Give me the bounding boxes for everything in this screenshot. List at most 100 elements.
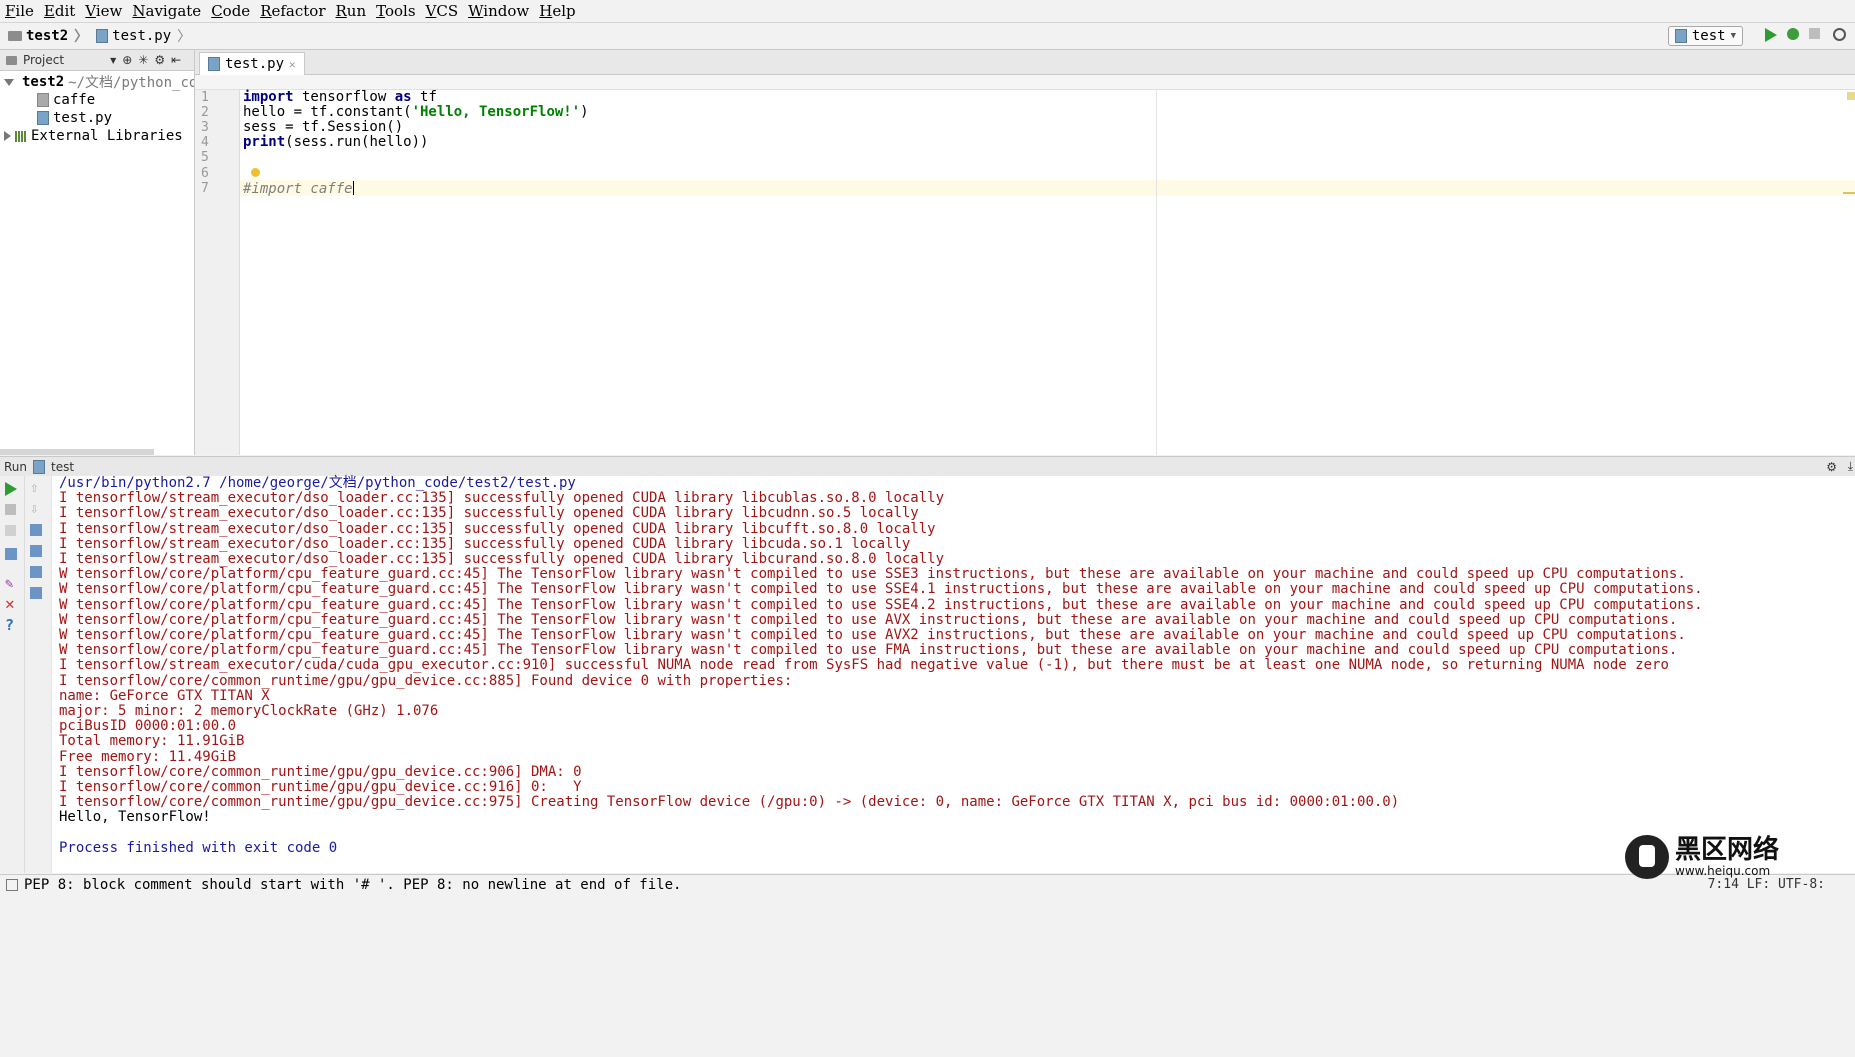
warning-stripe-marker[interactable]: [1843, 192, 1855, 194]
gear-icon[interactable]: ⚙: [1826, 460, 1837, 474]
code-text: tf: [411, 89, 437, 105]
expand-arrow-icon[interactable]: [4, 131, 11, 141]
menu-view[interactable]: View: [80, 2, 127, 20]
menu-file[interactable]: File: [0, 2, 39, 20]
breadcrumb-file[interactable]: test.py 〉: [96, 26, 191, 46]
line-number: 4: [201, 135, 209, 150]
watermark-text: 黑区网络 www.heiqu.com: [1675, 836, 1779, 878]
console-line: I tensorflow/stream_executor/dso_loader.…: [59, 505, 919, 521]
menu-vcs[interactable]: VCS: [421, 2, 464, 20]
soft-wrap-icon[interactable]: [30, 524, 42, 536]
console-line: I tensorflow/stream_executor/dso_loader.…: [59, 536, 911, 552]
search-icon[interactable]: [1833, 28, 1849, 44]
code-line-1: import tensorflow as tf: [243, 90, 437, 105]
console-line: W tensorflow/core/platform/cpu_feature_g…: [59, 597, 1703, 613]
toggle-tool-windows-icon[interactable]: [6, 879, 18, 891]
restore-layout-icon[interactable]: [5, 548, 17, 560]
keyword: import: [243, 89, 294, 105]
project-panel: Project ▼ ⊕ ✳ ⚙ ⇤ test2 ~/文档/python_cod …: [0, 50, 195, 455]
expand-arrow-icon[interactable]: [4, 78, 14, 86]
tree-item-external-libraries[interactable]: External Libraries: [0, 127, 194, 145]
tree-item-caffe[interactable]: caffe: [0, 91, 194, 109]
print-icon[interactable]: [30, 566, 42, 578]
line-number: 2: [201, 105, 209, 120]
code-text: hello = tf.constant(: [243, 104, 412, 120]
close-icon[interactable]: ✕: [289, 58, 296, 71]
chevron-right-icon: 〉: [74, 29, 89, 45]
console-line: W tensorflow/core/platform/cpu_feature_g…: [59, 642, 1678, 658]
navigation-bar: test2 〉 test.py 〉 test ▼: [0, 23, 1855, 50]
inspection-status-icon[interactable]: [1847, 92, 1855, 100]
code-line-7: #import caffe: [243, 181, 354, 197]
run-tool-window-header: Run test ⚙ ⤓: [0, 456, 1855, 477]
menu-refactor[interactable]: Refactor: [255, 2, 330, 20]
menu-navigate[interactable]: Navigate: [127, 2, 206, 20]
menu-code[interactable]: Code: [206, 2, 255, 20]
horizontal-scrollbar[interactable]: [0, 449, 154, 455]
python-file-icon: [208, 57, 220, 71]
run-toolbar-primary: ✎ ✕ ?: [0, 476, 25, 873]
run-tab-label[interactable]: test: [51, 460, 74, 474]
rerun-icon[interactable]: [5, 482, 17, 496]
stop-icon[interactable]: [5, 504, 16, 515]
project-icon: [6, 55, 17, 65]
line-number: 1: [201, 90, 209, 105]
collapse-icon[interactable]: ✳: [138, 53, 148, 67]
watermark-url: www.heiqu.com: [1675, 864, 1771, 878]
arrow-down-icon[interactable]: ⇩: [30, 501, 44, 517]
menu-run[interactable]: Run: [331, 2, 372, 20]
breadcrumb-project[interactable]: test2 〉: [8, 26, 88, 46]
menu-tools[interactable]: Tools: [371, 2, 420, 20]
debug-icon[interactable]: [1787, 28, 1803, 44]
tree-item-root[interactable]: test2 ~/文档/python_cod: [0, 73, 194, 91]
run-configuration-select[interactable]: test ▼: [1667, 26, 1743, 46]
string-literal: 'Hello, TensorFlow!': [411, 104, 581, 120]
scroll-to-end-icon[interactable]: [30, 545, 42, 557]
code-line-4: print(sess.run(hello)): [243, 135, 428, 150]
code-line-3: sess = tf.Session(): [243, 120, 403, 135]
tree-item-label: test.py: [53, 110, 113, 126]
lightbulb-icon[interactable]: [251, 168, 260, 177]
code-text: sess = tf.Session(): [243, 119, 404, 135]
pause-icon[interactable]: [5, 525, 16, 536]
hide-icon[interactable]: ⤓: [1848, 459, 1853, 474]
chevron-down-icon[interactable]: ▼: [110, 56, 116, 65]
pin-icon[interactable]: ✎: [5, 576, 19, 592]
line-number-gutter: 1 2 3 4 5 6 7: [195, 90, 240, 455]
code-line-2: hello = tf.constant('Hello, TensorFlow!'…: [243, 105, 589, 120]
comment: #import caffe: [243, 181, 353, 197]
arrow-up-icon[interactable]: ⇧: [30, 480, 44, 496]
tree-item-test-py[interactable]: test.py: [0, 109, 194, 127]
line-number: 6: [201, 166, 209, 181]
hide-icon[interactable]: ⇤: [171, 53, 181, 67]
help-icon[interactable]: ?: [5, 618, 19, 633]
console-line: W tensorflow/core/platform/cpu_feature_g…: [59, 566, 1686, 582]
code-text: ): [580, 104, 589, 120]
console-line: I tensorflow/core/common_runtime/gpu/gpu…: [59, 673, 793, 689]
menu-help[interactable]: Help: [534, 2, 580, 20]
watermark: 黑区网络 www.heiqu.com: [1625, 832, 1835, 882]
tree-item-label: caffe: [53, 92, 96, 108]
status-bar: PEP 8: block comment should start with '…: [0, 874, 1855, 1057]
gear-icon[interactable]: ⚙: [154, 53, 165, 67]
menu-window[interactable]: Window: [463, 2, 534, 20]
console-line: pciBusID 0000:01:00.0: [59, 718, 237, 734]
status-message-text: PEP 8: block comment should start with '…: [24, 877, 682, 893]
project-panel-title[interactable]: Project: [23, 53, 64, 67]
trash-icon[interactable]: [30, 587, 42, 599]
console-line: I tensorflow/stream_executor/dso_loader.…: [59, 490, 945, 506]
python-file-icon: [33, 459, 46, 474]
run-icon[interactable]: [1765, 28, 1781, 44]
console-line: I tensorflow/core/common_runtime/gpu/gpu…: [59, 764, 582, 780]
console-line: Free memory: 11.49GiB: [59, 749, 237, 765]
tab-label: test.py: [225, 56, 285, 72]
tab-test-py[interactable]: test.py ✕: [199, 52, 305, 75]
code-text: tensorflow: [293, 89, 395, 105]
close-icon[interactable]: ✕: [5, 596, 19, 612]
run-tool-label[interactable]: Run: [4, 460, 27, 474]
stop-icon[interactable]: [1809, 28, 1825, 44]
menu-edit[interactable]: Edit: [39, 2, 80, 20]
target-icon[interactable]: ⊕: [122, 53, 132, 67]
breadcrumb-file-label: test.py: [112, 28, 172, 44]
folder-icon: [8, 31, 22, 41]
